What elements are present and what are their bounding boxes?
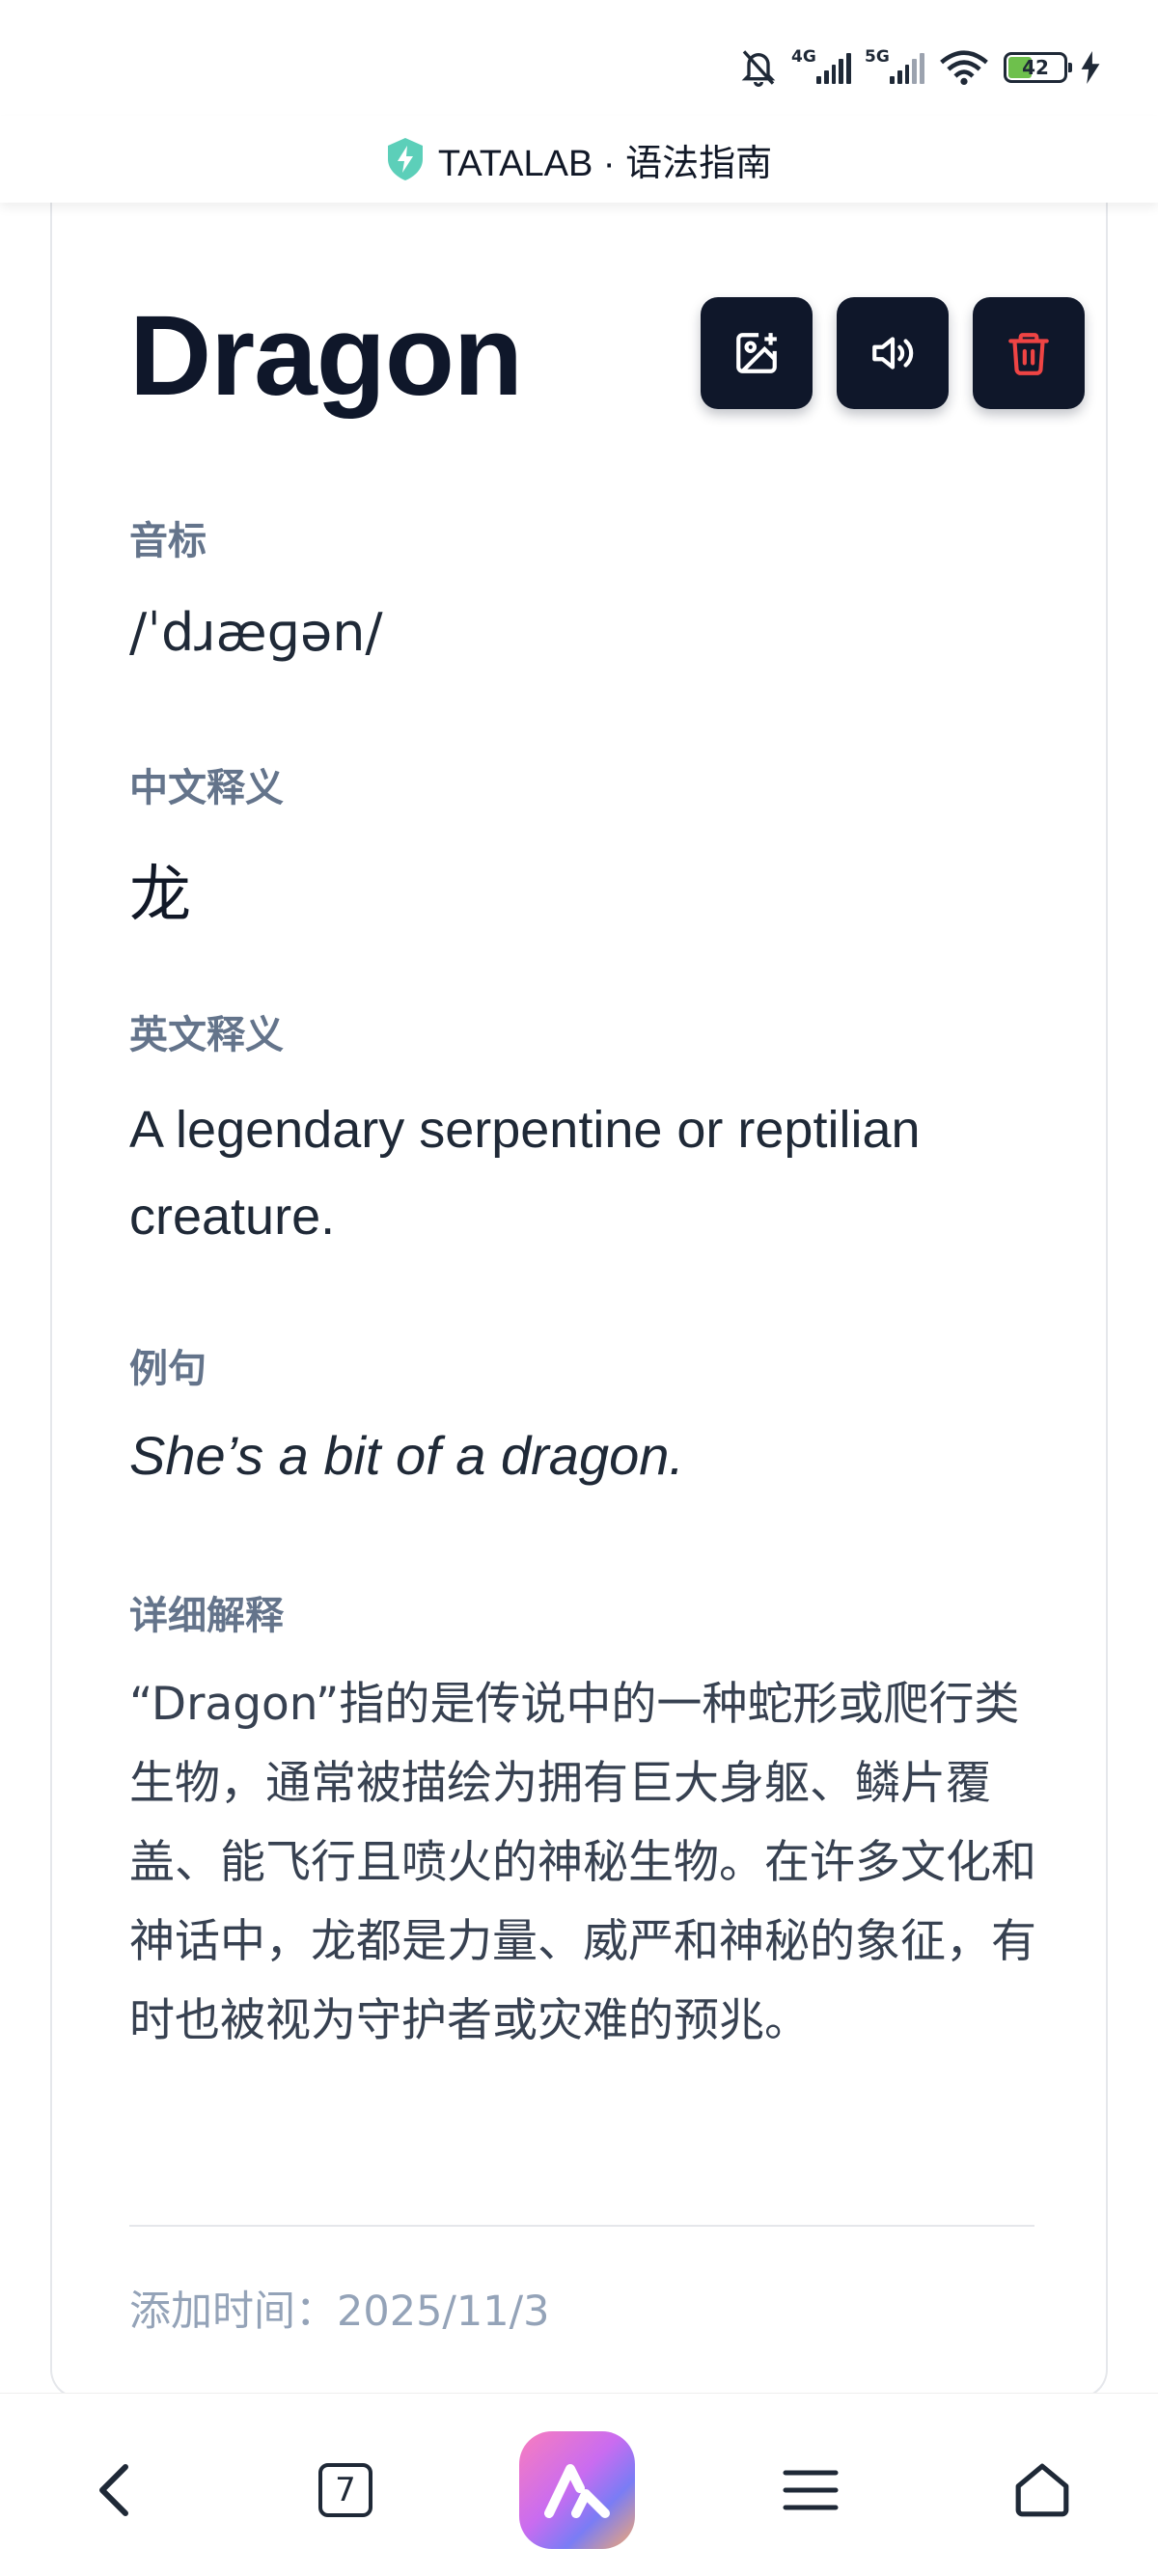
- add-image-button[interactable]: [701, 297, 813, 409]
- detail-label: 详细解释: [129, 1594, 284, 1638]
- word-title: Dragon: [129, 292, 523, 420]
- shield-bolt-icon: [387, 138, 423, 180]
- phonetic-value: /ˈdɹæɡən/: [129, 602, 383, 663]
- word-header: Dragon: [129, 292, 1085, 420]
- site-title-bar: TATALAB · 语法指南: [0, 116, 1158, 203]
- add-image-icon: [736, 333, 777, 373]
- charging-icon: [1081, 51, 1100, 84]
- zh-definition-value: 龙: [129, 860, 191, 931]
- speaker-icon: [872, 337, 914, 370]
- divider: [129, 2225, 1034, 2227]
- phonetic-label: 音标: [129, 519, 207, 563]
- delete-button[interactable]: [973, 297, 1085, 409]
- tabs-icon: 7: [318, 2463, 372, 2517]
- mute-bell-icon: [741, 50, 776, 87]
- tabs-button[interactable]: 7: [288, 2432, 403, 2548]
- app-logo-button[interactable]: [519, 2431, 635, 2549]
- back-icon: [99, 2464, 128, 2516]
- status-bar: 4G 5G 42: [0, 0, 1158, 125]
- example-label: 例句: [129, 1347, 207, 1391]
- word-card: Dragon 音标 /ˈdɹæɡən/ 中文释义 龙 英文释义 A legend…: [50, 189, 1108, 2398]
- detail-text: “Dragon”指的是传说中的一种蛇形或爬行类生物，通常被描绘为拥有巨大身躯、鳞…: [129, 1678, 1036, 2047]
- browser-bottom-nav: 7: [0, 2393, 1158, 2576]
- added-time: 添加时间：2025/11/3: [129, 2288, 550, 2336]
- example-sentence: She’s a bit of a dragon.: [129, 1425, 684, 1486]
- pronounce-button[interactable]: [837, 297, 949, 409]
- en-definition-value: A legendary serpentine or reptilian crea…: [129, 1101, 921, 1246]
- signal-4g-icon: 4G: [791, 47, 851, 84]
- battery-icon: 42: [1004, 52, 1072, 83]
- zh-definition-label: 中文释义: [129, 766, 284, 810]
- home-icon: [1015, 2463, 1069, 2517]
- tab-count: 7: [335, 2471, 356, 2509]
- trash-icon: [1008, 333, 1049, 375]
- site-title: TATALAB · 语法指南: [437, 143, 773, 184]
- wifi-icon: [940, 50, 988, 85]
- en-definition-label: 英文释义: [129, 1013, 284, 1057]
- app-logo-icon: [519, 2431, 635, 2549]
- menu-button[interactable]: [753, 2432, 868, 2548]
- menu-icon: [783, 2470, 839, 2510]
- signal-5g-icon: 5G: [865, 47, 924, 84]
- status-icons: 4G 5G 42: [739, 46, 1100, 89]
- back-button[interactable]: [56, 2432, 172, 2548]
- home-button[interactable]: [984, 2432, 1100, 2548]
